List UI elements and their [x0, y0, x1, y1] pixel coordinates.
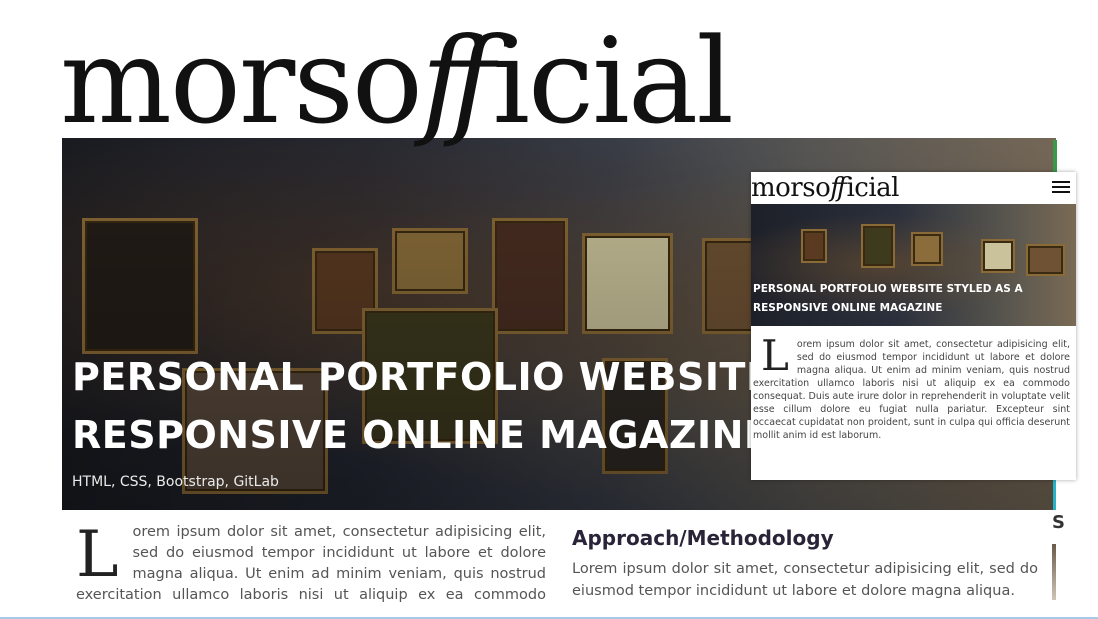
approach-title: Approach/Methodology [572, 526, 834, 550]
painting-frame [801, 229, 827, 263]
logo-text-start: morso [60, 12, 423, 150]
mobile-preview: morsoff icial PERSONAL PORTFOLIO WEBSITE … [751, 172, 1076, 480]
mobile-logo[interactable]: morsoff icial [751, 172, 899, 204]
side-heading-letter: S [1052, 512, 1065, 533]
painting-frame [981, 239, 1015, 273]
mobile-logo-ff: ff [830, 173, 846, 203]
hamburger-line [1052, 181, 1070, 183]
painting-frame [1026, 244, 1065, 276]
painting-frame [861, 224, 895, 268]
mobile-logo-start: morso [751, 173, 831, 203]
hamburger-icon[interactable] [1052, 178, 1070, 196]
mobile-logo-end: icial [846, 173, 899, 203]
logo-text-ff: ff [420, 12, 494, 150]
accent-bar-green [1053, 140, 1057, 172]
mobile-body-text: orem ipsum dolor sit amet, consectetur a… [753, 339, 1070, 441]
approach-section: Approach/Methodology Lorem ipsum dolor s… [572, 526, 1038, 602]
accent-bar-cyan [1053, 480, 1056, 510]
logo-text-end: icial [492, 12, 734, 150]
mobile-body: L orem ipsum dolor sit amet, consectetur… [751, 326, 1076, 442]
mobile-hero-image: PERSONAL PORTFOLIO WEBSITE STYLED AS A R… [751, 204, 1076, 326]
hamburger-line [1052, 186, 1070, 188]
side-thumbnail [1052, 544, 1056, 600]
mobile-header: morsoff icial [751, 172, 1076, 204]
mobile-dropcap: L [761, 331, 789, 380]
hero-tags: HTML, CSS, Bootstrap, GitLab [72, 474, 279, 490]
hero-title-line2: RESPONSIVE ONLINE MAGAZINE [72, 413, 771, 457]
intro-paragraph: L orem ipsum dolor sit amet, consectetur… [76, 522, 546, 602]
site-logo[interactable]: morsoff icial [60, 22, 734, 140]
mobile-hero-title: PERSONAL PORTFOLIO WEBSITE STYLED AS A R… [753, 283, 1023, 314]
painting-frame [911, 232, 943, 266]
hamburger-line [1052, 191, 1070, 193]
intro-dropcap: L [76, 522, 119, 592]
intro-text: orem ipsum dolor sit amet, consectetur a… [76, 524, 546, 602]
approach-text: Lorem ipsum dolor sit amet, consectetur … [572, 561, 1038, 599]
